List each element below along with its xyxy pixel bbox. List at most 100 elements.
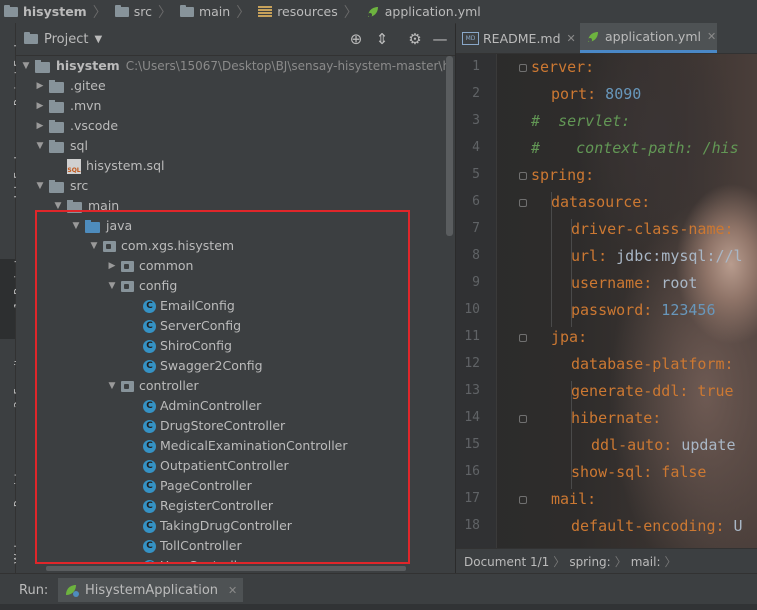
breadcrumb-item-main[interactable]: main 〉 [176,2,254,22]
line-number: 12 [464,356,480,371]
collapse-all-icon[interactable]: ⇕ [373,30,391,48]
tree-row-hisystem-sql[interactable]: SQL hisystem.sql [67,156,164,176]
folder-icon [49,139,64,153]
tree-row-root[interactable]: ▼ hisystem C:\Users\15067\Desktop\BJ\sen… [20,56,446,76]
close-icon[interactable]: ✕ [707,30,716,43]
tab-application-yml[interactable]: application.yml ✕ [580,23,717,53]
tab-web[interactable]: Web [0,541,25,573]
fold-marker-icon[interactable] [519,64,527,72]
tab-readme-md[interactable]: MD README.md ✕ [462,23,582,53]
collapse-arrow-icon: ▶ [36,121,44,131]
indent-guide [571,381,572,489]
code-line: driver-class-name: [571,220,734,238]
spring-leaf-icon [588,31,598,42]
indent-guide [551,192,552,327]
close-icon[interactable]: ✕ [228,584,237,597]
spring-boot-run-icon [66,585,79,597]
tree-row-mvn[interactable]: ▶ .mvn [34,96,102,116]
code-line: spring: [531,166,595,184]
line-number: 7 [472,221,480,236]
code-editor[interactable]: 1 server: 2 port: 8090 3 # servlet: 4 # context… [456,54,757,548]
expand-arrow-icon: ▼ [36,141,44,151]
close-icon[interactable]: ✕ [567,32,576,45]
line-number: 3 [472,113,480,128]
code-line: password: 123456 [571,301,716,319]
tab-job-explorer[interactable]: Job Explorer [0,135,25,223]
editor-tab-bar: MD README.md ✕ application.yml ✕ [456,23,757,54]
tree-row-gitee[interactable]: ▶ .gitee [34,76,106,96]
code-line: url: jdbc:mysql://l [571,247,743,265]
line-number: 9 [472,275,480,290]
dropdown-arrow-icon: ▼ [94,33,103,45]
module-folder-icon [35,59,50,73]
fold-marker-icon[interactable] [519,415,527,423]
tab-project[interactable]: 1: Project [0,259,25,339]
line-number: 2 [472,86,480,101]
divider [0,604,757,610]
line-number: 14 [464,410,480,425]
highlight-annotation-box [35,210,410,564]
code-line: jpa: [551,328,588,346]
document-indicator[interactable]: Document 1/1 [464,555,549,569]
tab-persistence[interactable]: Persistence [0,447,25,531]
folder-icon [114,4,129,17]
status-crumb-mail[interactable]: mail: [631,555,661,569]
breadcrumb-item-hisystem[interactable]: hisystem 〉 [0,2,111,22]
line-number: 8 [472,248,480,263]
fold-marker-icon[interactable] [519,199,527,207]
horizontal-scrollbar[interactable] [46,566,406,571]
folder-icon [24,32,38,44]
code-line: default-encoding: U [571,517,743,535]
collapse-arrow-icon: ▶ [36,101,44,111]
code-line: hibernate: [571,409,662,427]
line-number: 13 [464,383,480,398]
code-line: datasource: [551,193,651,211]
spring-leaf-icon [367,6,378,17]
status-crumb-spring[interactable]: spring: [569,555,610,569]
line-number: 15 [464,437,480,452]
collapse-arrow-icon: ▶ [36,81,44,91]
run-tool-bar: Run: HisystemApplication ✕ [0,573,757,610]
expand-arrow-icon: ▼ [36,181,44,191]
project-panel-header: Project ▼ ⊕ ⇕ ⚙ — [16,23,455,56]
code-line: mail: [551,490,597,508]
line-number: 18 [464,518,480,533]
tree-row-sql[interactable]: ▼ sql [34,136,88,156]
tree-row-vscode[interactable]: ▶ .vscode [34,116,119,136]
code-line: port: 8090 [551,85,642,103]
run-tab-hisystemapplication[interactable]: HisystemApplication ✕ [58,578,244,602]
hide-panel-icon[interactable]: — [431,30,449,48]
folder-icon [49,179,64,193]
breadcrumb-item-application-yml[interactable]: application.yml [362,4,481,19]
breadcrumb-item-src[interactable]: src 〉 [111,2,176,22]
indent-guide [571,219,572,327]
line-number: 1 [472,59,480,74]
folder-icon [49,79,64,93]
code-line: ddl-auto: update [591,436,736,454]
code-line: database-platform: [571,355,734,373]
tab-project-explorer[interactable]: Project Explorer [0,23,25,121]
code-line: # context-path: /his [531,139,739,157]
editor-breadcrumb-status: Document 1/1 〉 spring: 〉 mail: 〉 [456,548,757,574]
sql-file-icon: SQL [67,158,81,174]
code-line: # servlet: [531,112,631,130]
code-line: show-sql: false [571,463,707,481]
code-line: username: root [571,274,698,292]
fold-marker-icon[interactable] [519,496,527,504]
line-number: 5 [472,167,480,182]
tab-favorites[interactable]: 2: Favorites [0,347,25,437]
code-line: generate-ddl: true [571,382,734,400]
vertical-scrollbar[interactable] [446,56,453,236]
breadcrumb-item-resources[interactable]: resources 〉 [254,2,362,22]
gear-icon[interactable]: ⚙ [406,30,424,48]
project-view-selector[interactable]: Project ▼ [24,32,102,47]
folder-icon [49,99,64,113]
code-line: server: [531,58,595,76]
locate-target-icon[interactable]: ⊕ [347,30,365,48]
fold-marker-icon[interactable] [519,334,527,342]
tree-row-src[interactable]: ▼ src [34,176,89,196]
breadcrumb: hisystem 〉 src 〉 main 〉 resources 〉 applicat… [0,0,757,24]
line-number: 6 [472,194,480,209]
fold-marker-icon[interactable] [519,172,527,180]
line-number: 4 [472,140,480,155]
